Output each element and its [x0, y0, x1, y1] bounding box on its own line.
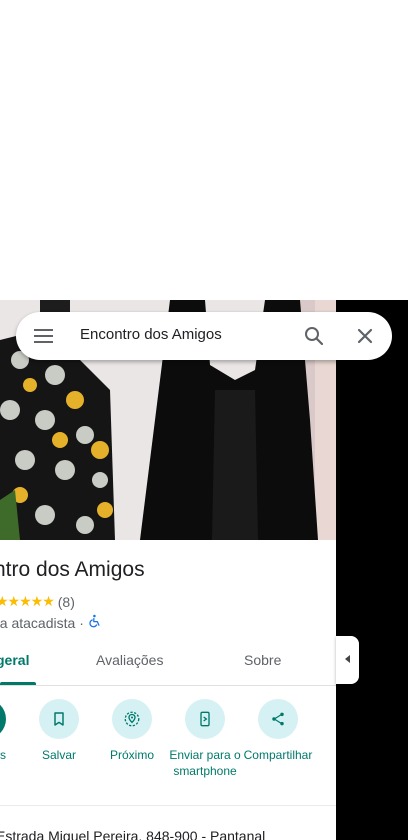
tab-reviews[interactable]: Avaliações — [96, 652, 163, 668]
search-bar: Encontro dos Amigos — [16, 312, 392, 360]
tab-bar: geral Avaliações Sobre — [0, 640, 336, 686]
save-label: Salvar — [41, 748, 76, 762]
nearby-button[interactable]: Próximo — [92, 699, 172, 763]
menu-icon[interactable] — [32, 326, 56, 346]
tab-overview[interactable]: geral — [0, 652, 29, 668]
send-to-phone-button[interactable]: Enviar para o smartphone — [165, 699, 245, 779]
search-icon[interactable] — [302, 324, 326, 348]
send-to-phone-icon — [185, 699, 225, 739]
chevron-left-icon — [343, 651, 353, 669]
share-icon — [258, 699, 298, 739]
share-label: Compartilhar — [243, 748, 313, 762]
search-input[interactable]: Encontro dos Amigos — [80, 326, 222, 343]
send-to-phone-label: Enviar para o smartphone — [169, 748, 241, 778]
directions-icon — [0, 699, 6, 739]
share-button[interactable]: Compartilhar — [238, 699, 318, 763]
separator-dot: · — [79, 614, 84, 631]
place-title: ntro dos Amigos — [0, 558, 145, 581]
collapse-panel-button[interactable] — [336, 636, 359, 684]
place-category[interactable]: ria atacadista — [0, 615, 75, 631]
map-area[interactable] — [336, 300, 408, 840]
nearby-label: Próximo — [109, 748, 154, 762]
place-address[interactable]: Estrada Miguel Pereira, 848-900 - Pantan… — [0, 828, 265, 840]
close-icon[interactable] — [353, 324, 377, 348]
blank-area — [0, 0, 408, 300]
review-count[interactable]: (8) — [58, 594, 75, 610]
place-panel: ntro dos Amigos ★★★★★ (8) ria atacadista… — [0, 300, 336, 840]
rating-stars: ★★★★★ — [0, 593, 55, 609]
category-row: ria atacadista · — [0, 614, 102, 631]
nearby-icon — [112, 699, 152, 739]
wheelchair-icon — [88, 614, 102, 631]
bookmark-icon — [39, 699, 79, 739]
save-button[interactable]: Salvar — [19, 699, 99, 763]
divider — [0, 805, 336, 806]
active-tab-indicator — [0, 682, 36, 685]
rating-row[interactable]: ★★★★★ (8) — [0, 593, 75, 610]
tab-about[interactable]: Sobre — [244, 652, 281, 668]
